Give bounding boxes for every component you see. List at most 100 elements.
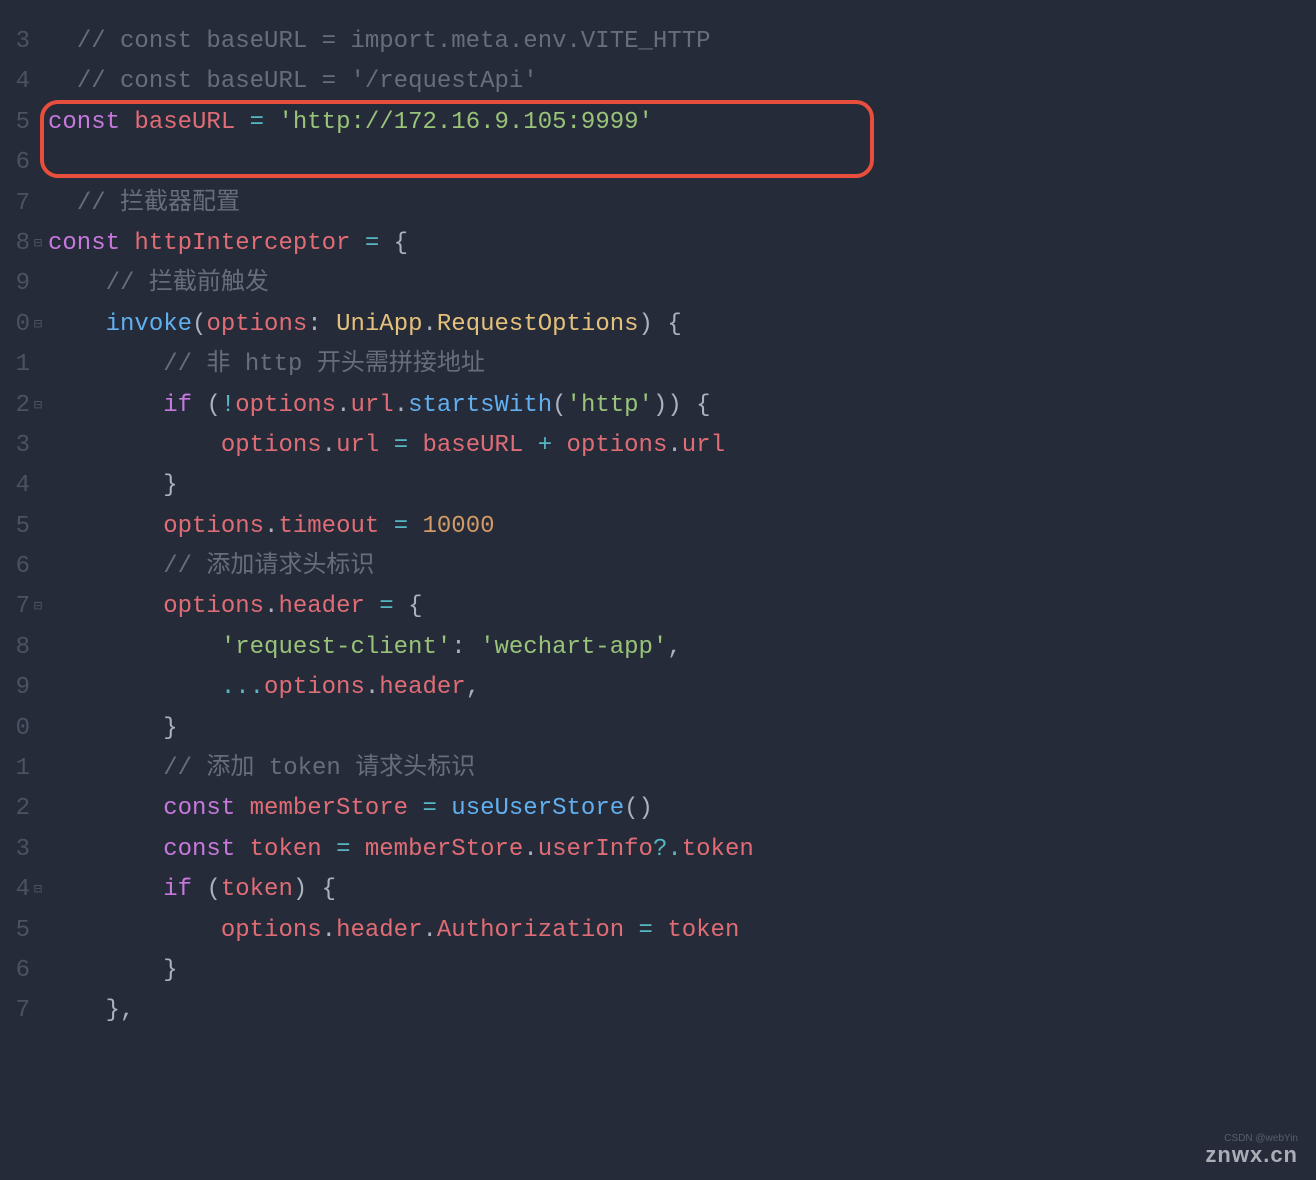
code-token: { [394,593,423,620]
code-token: . [394,392,408,419]
code-line[interactable]: // 拦截前触发 [48,264,754,304]
code-token: = [365,230,379,257]
code-token: // 拦截器配置 [77,190,240,217]
code-token: RequestOptions [437,311,639,338]
line-number: 2 [0,789,30,829]
code-token [48,634,221,661]
fold-toggle[interactable]: ⊟ [30,386,46,426]
fold-toggle [30,789,46,829]
code-token: options [264,674,365,701]
code-token: // 拦截前触发 [106,270,269,297]
line-number: 4 [0,62,30,102]
code-token: options [235,392,336,419]
code-line[interactable]: const token = memberStore.userInfo?.toke… [48,830,754,870]
line-number: 7 [0,587,30,627]
code-token: ! [221,392,235,419]
code-token [48,28,77,55]
code-token [379,513,393,540]
code-line[interactable]: }, [48,991,754,1031]
code-line[interactable]: options.header.Authorization = token [48,911,754,951]
code-token: . [423,311,437,338]
code-token [48,593,163,620]
fold-toggle[interactable]: ⊟ [30,224,46,264]
code-line[interactable]: } [48,951,754,991]
code-token: Authorization [437,917,624,944]
code-line[interactable]: if (!options.url.startsWith('http')) { [48,386,754,426]
fold-toggle [30,749,46,789]
code-editor[interactable]: 3456789012345678901234567 ⊟⊟⊟⊟⊟ // const… [0,0,1316,1180]
code-token: , [466,674,480,701]
code-token: } [48,715,178,742]
code-token: // const baseURL = '/requestApi' [77,68,538,95]
code-line[interactable]: } [48,709,754,749]
code-token: )) { [653,392,711,419]
code-token: url [336,432,379,459]
line-number-gutter: 3456789012345678901234567 [0,0,30,1180]
fold-toggle [30,345,46,385]
code-token [48,795,163,822]
code-line[interactable]: 'request-client': 'wechart-app', [48,628,754,668]
code-token: timeout [278,513,379,540]
line-number: 8 [0,628,30,668]
code-line[interactable]: // 非 http 开头需拼接地址 [48,345,754,385]
code-token: if [163,876,206,903]
code-token: if [163,392,206,419]
code-token: ) { [293,876,336,903]
code-token: invoke [106,311,192,338]
code-line[interactable]: ...options.header, [48,668,754,708]
code-token: baseURL [423,432,524,459]
code-token: ... [221,674,264,701]
code-token: . [322,917,336,944]
line-number: 0 [0,709,30,749]
code-token: // 非 http 开头需拼接地址 [163,351,485,378]
code-token: ?. [653,836,682,863]
code-line[interactable]: options.header = { [48,587,754,627]
code-line[interactable]: // 拦截器配置 [48,184,754,224]
code-token: const [163,795,249,822]
fold-toggle [30,628,46,668]
code-token: () [624,795,653,822]
code-line[interactable]: // const baseURL = import.meta.env.VITE_… [48,22,754,62]
code-token: = [394,513,408,540]
code-line[interactable]: if (token) { [48,870,754,910]
code-token [437,795,451,822]
code-token: // 添加 token 请求头标识 [163,755,475,782]
line-number: 5 [0,103,30,143]
code-token: = [379,593,393,620]
fold-toggle[interactable]: ⊟ [30,587,46,627]
code-line[interactable]: const httpInterceptor = { [48,224,754,264]
fold-toggle[interactable]: ⊟ [30,870,46,910]
code-token: . [422,917,436,944]
fold-toggle [30,951,46,991]
code-token: } [48,472,178,499]
code-token [365,593,379,620]
line-number: 3 [0,426,30,466]
code-token [322,836,336,863]
code-token: memberStore [365,836,523,863]
code-line[interactable]: invoke(options: UniApp.RequestOptions) { [48,305,754,345]
code-token: , [667,634,681,661]
code-token: const [163,836,249,863]
line-number: 6 [0,143,30,183]
code-token: . [322,432,336,459]
fold-column[interactable]: ⊟ ⊟ ⊟ ⊟ ⊟ [30,0,46,1180]
code-line[interactable]: } [48,466,754,506]
code-token [624,917,638,944]
fold-toggle[interactable]: ⊟ [30,305,46,345]
code-token: . [667,432,681,459]
fold-toggle [30,466,46,506]
line-number: 9 [0,668,30,708]
code-line[interactable]: // const baseURL = '/requestApi' [48,62,754,102]
code-line[interactable]: // 添加 token 请求头标识 [48,749,754,789]
code-line[interactable]: // 添加请求头标识 [48,547,754,587]
code-token: { [379,230,408,257]
code-line[interactable]: options.timeout = 10000 [48,507,754,547]
code-token: // const baseURL = import.meta.env.VITE_… [77,28,711,55]
code-line[interactable]: options.url = baseURL + options.url [48,426,754,466]
line-number: 6 [0,547,30,587]
code-token: ( [552,392,566,419]
code-token: startsWith [408,392,552,419]
code-line[interactable]: const memberStore = useUserStore() [48,789,754,829]
line-number: 7 [0,991,30,1031]
code-token: header [336,917,422,944]
